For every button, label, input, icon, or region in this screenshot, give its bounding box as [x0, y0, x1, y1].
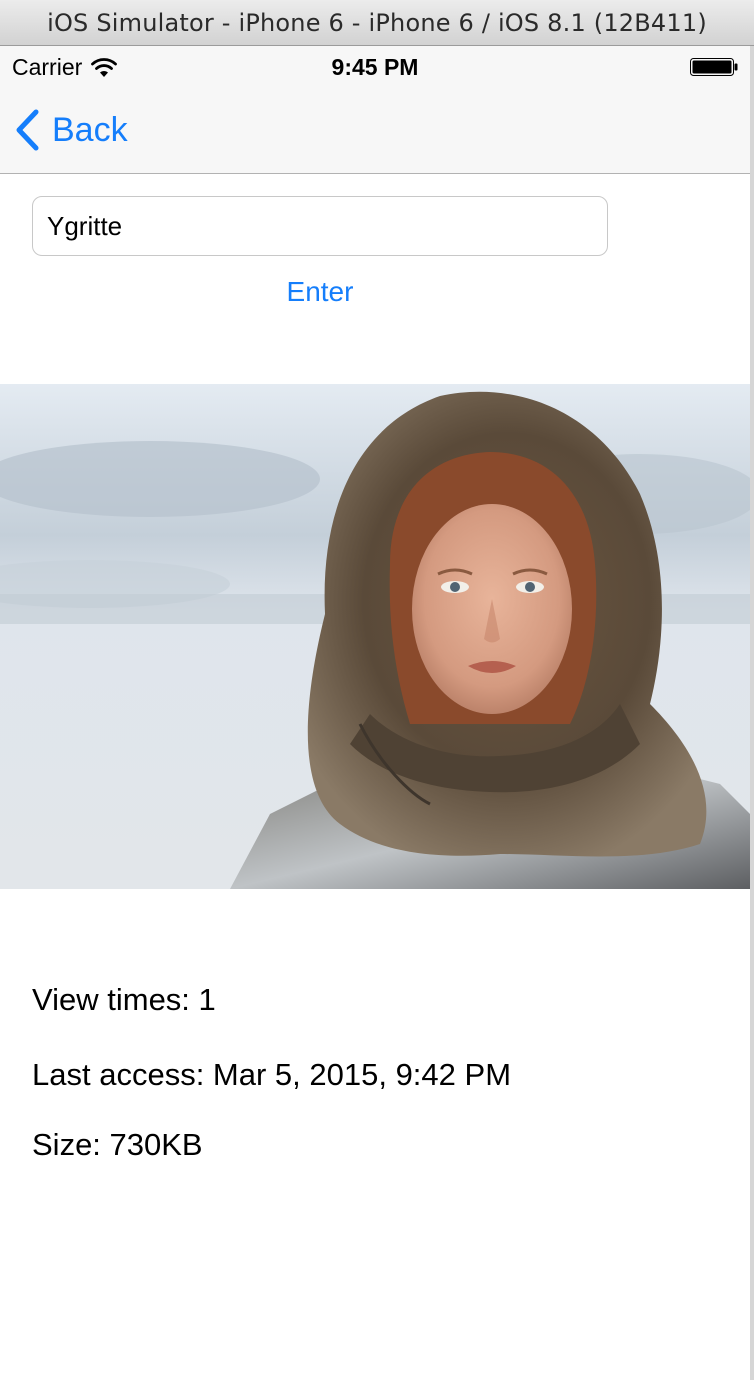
battery-icon [690, 58, 738, 76]
simulator-window: iOS Simulator - iPhone 6 - iPhone 6 / iO… [0, 0, 754, 1380]
chevron-left-icon [16, 109, 39, 151]
name-input[interactable] [32, 196, 608, 256]
simulator-title-bar: iOS Simulator - iPhone 6 - iPhone 6 / iO… [0, 0, 754, 46]
view-times-label: View times: 1 [32, 982, 216, 1017]
enter-button[interactable]: Enter [220, 270, 420, 314]
navigation-bar: Carrier 9:45 PM Back [0, 46, 750, 174]
status-time: 9:45 PM [331, 54, 419, 80]
window-right-edge [750, 46, 754, 1380]
size-label: Size: 730KB [32, 1127, 203, 1162]
device-screen: Carrier 9:45 PM Back Enter [0, 46, 750, 1380]
last-access-label: Last access: Mar 5, 2015, 9:42 PM [32, 1057, 512, 1092]
back-label: Back [52, 110, 128, 149]
portrait-photo [0, 384, 750, 889]
portrait-photo-drawing [0, 384, 750, 889]
simulator-title: iOS Simulator - iPhone 6 - iPhone 6 / iO… [47, 8, 707, 37]
back-button[interactable]: Back [14, 108, 128, 152]
